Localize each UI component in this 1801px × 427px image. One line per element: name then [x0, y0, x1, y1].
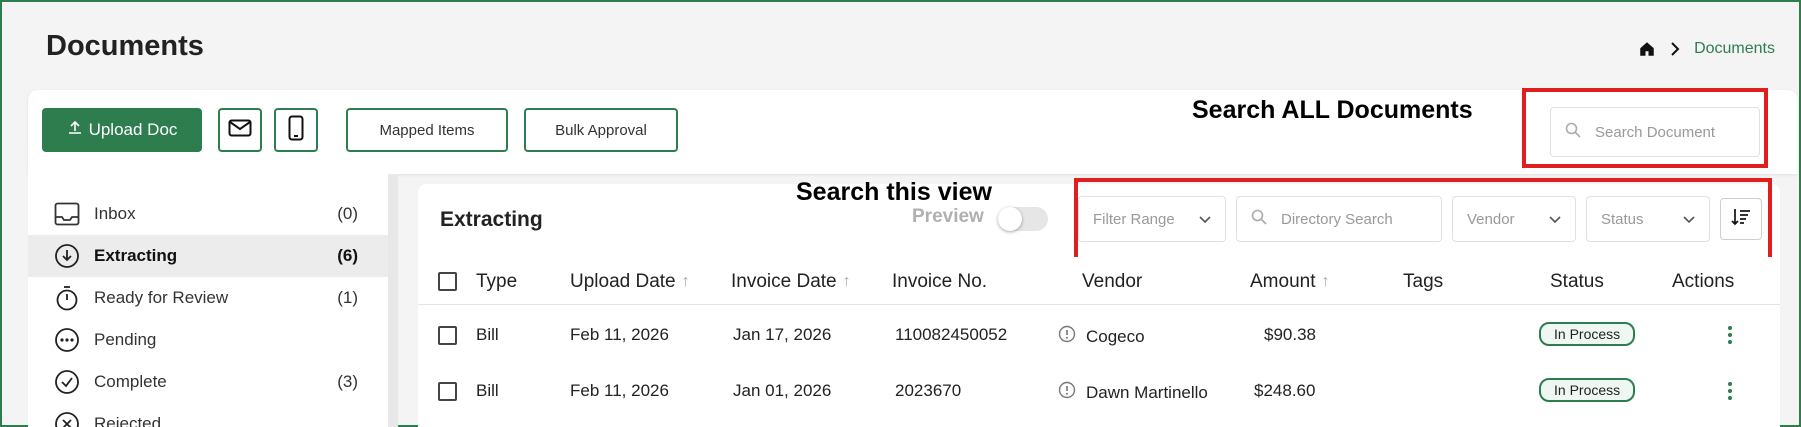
row-checkbox[interactable]: [438, 326, 457, 345]
x-circle-icon: [54, 411, 80, 427]
row-actions-menu-icon[interactable]: [1720, 323, 1740, 347]
column-header-tags: Tags: [1403, 271, 1444, 292]
annotation-search-view: Search this view: [796, 178, 992, 206]
sort-arrow-icon: ↑: [681, 273, 690, 290]
status-select-value: Status: [1601, 210, 1644, 228]
annotation-search-all: Search ALL Documents: [1192, 96, 1473, 124]
select-all-checkbox[interactable]: [438, 272, 457, 291]
cell-invoice-no: 2023670: [895, 381, 962, 400]
sidebar-item-inbox[interactable]: Inbox (0): [28, 193, 388, 235]
panel-title: Extracting: [440, 208, 543, 231]
sidebar: Inbox (0) Extracting (6) Ready for Revie…: [28, 174, 388, 427]
status-select[interactable]: Status: [1586, 196, 1710, 242]
preview-label: Preview: [912, 206, 984, 227]
status-badge: In Process: [1539, 378, 1636, 402]
sidebar-item-ready-for-review[interactable]: Ready for Review (1): [28, 277, 388, 319]
breadcrumb-current[interactable]: Documents: [1694, 40, 1775, 58]
cell-amount: $90.38: [1264, 325, 1316, 344]
cell-invoice-date: Jan 17, 2026: [733, 325, 832, 344]
sidebar-item-label: Complete: [94, 372, 167, 391]
home-icon[interactable]: [1638, 40, 1656, 58]
sidebar-scrollbar[interactable]: [388, 174, 398, 427]
upload-icon: [67, 120, 83, 141]
column-header-type: Type: [476, 271, 518, 292]
filter-range-value: Filter Range: [1093, 210, 1175, 228]
table-row[interactable]: Bill Feb 11, 2026 Jan 01, 2026 2023670 D…: [418, 363, 1780, 419]
cell-upload-date: Feb 11, 2026: [570, 325, 669, 344]
search-icon: [1251, 209, 1267, 229]
page-title: Documents: [46, 30, 204, 62]
upload-doc-label: Upload Doc: [88, 120, 178, 139]
sort-arrow-icon: ↑: [1321, 273, 1330, 290]
table-header: Type Upload Date ↑ Invoice Date ↑ Invoice …: [418, 257, 1780, 305]
bulk-approval-button[interactable]: Bulk Approval: [524, 108, 678, 152]
sort-arrow-icon: ↑: [842, 273, 851, 290]
sidebar-item-count: (6): [337, 246, 358, 265]
ellipsis-circle-icon: [54, 327, 80, 353]
sidebar-item-extracting[interactable]: Extracting (6): [28, 235, 388, 277]
email-button[interactable]: [218, 108, 262, 152]
toggle-knob: [998, 207, 1022, 231]
mapped-items-button[interactable]: Mapped Items: [346, 108, 508, 152]
cell-amount: $248.60: [1254, 381, 1316, 400]
download-circle-icon: [54, 243, 80, 269]
sidebar-item-count: (3): [337, 372, 358, 391]
preview-toggle[interactable]: [998, 207, 1048, 231]
cell-vendor: Dawn Martinello: [1058, 381, 1208, 404]
sidebar-item-label: Extracting: [94, 246, 178, 265]
sidebar-item-pending[interactable]: Pending: [28, 319, 388, 361]
cell-invoice-no: 110082450052: [895, 325, 1008, 344]
chevron-down-icon: [1683, 211, 1695, 228]
vendor-name: Cogeco: [1086, 326, 1145, 346]
cell-upload-date: Feb 11, 2026: [570, 381, 669, 400]
cell-type: Bill: [476, 325, 499, 344]
sidebar-item-label: Pending: [94, 330, 157, 349]
sort-button[interactable]: [1720, 198, 1762, 240]
filter-range-select[interactable]: Filter Range: [1078, 196, 1226, 242]
column-header-invoice-no: Invoice No.: [892, 271, 988, 292]
column-header-amount[interactable]: Amount ↑: [1250, 271, 1329, 293]
mobile-upload-button[interactable]: [274, 108, 318, 152]
column-header-invoice-date[interactable]: Invoice Date ↑: [731, 271, 851, 293]
row-checkbox[interactable]: [438, 382, 457, 401]
table-row[interactable]: Bill Feb 11, 2026 Jan 17, 2026 110082450…: [418, 307, 1780, 363]
column-header-actions: Actions: [1672, 271, 1735, 292]
phone-icon: [288, 115, 304, 146]
check-circle-icon: [54, 369, 80, 395]
directory-search-placeholder: Directory Search: [1281, 210, 1393, 228]
sidebar-item-label: Inbox: [94, 204, 136, 223]
warning-circle-icon: [1058, 381, 1076, 404]
vendor-select[interactable]: Vendor: [1452, 196, 1576, 242]
chevron-down-icon: [1549, 211, 1561, 228]
sidebar-item-count: (1): [337, 288, 358, 307]
search-document-input[interactable]: Search Document: [1550, 107, 1760, 157]
vendor-select-value: Vendor: [1467, 210, 1515, 228]
sort-descending-icon: [1731, 207, 1751, 232]
column-header-status: Status: [1550, 271, 1604, 292]
cell-type: Bill: [476, 381, 499, 400]
status-badge: In Process: [1539, 322, 1636, 346]
inbox-icon: [54, 201, 80, 227]
breadcrumb: Documents: [1638, 40, 1775, 58]
chevron-right-icon: [1670, 42, 1680, 56]
sidebar-item-label: Ready for Review: [94, 288, 229, 307]
vendor-name: Dawn Martinello: [1086, 382, 1208, 402]
timer-icon: [54, 285, 80, 311]
upload-doc-button[interactable]: Upload Doc: [42, 108, 202, 152]
search-icon: [1565, 122, 1581, 142]
column-header-vendor: Vendor: [1082, 271, 1143, 292]
sidebar-item-label: Rejected: [94, 414, 162, 427]
mail-icon: [228, 119, 252, 142]
sidebar-item-rejected[interactable]: Rejected: [28, 403, 388, 427]
directory-search-input[interactable]: Directory Search: [1236, 196, 1442, 242]
row-actions-menu-icon[interactable]: [1720, 379, 1740, 403]
cell-invoice-date: Jan 01, 2026: [733, 381, 832, 400]
sidebar-item-complete[interactable]: Complete (3): [28, 361, 388, 403]
chevron-down-icon: [1199, 211, 1211, 228]
sidebar-item-count: (0): [337, 204, 358, 223]
search-document-placeholder: Search Document: [1595, 123, 1716, 141]
warning-circle-icon: [1058, 325, 1076, 348]
cell-vendor: Cogeco: [1058, 325, 1145, 348]
column-header-upload-date[interactable]: Upload Date ↑: [570, 271, 690, 293]
